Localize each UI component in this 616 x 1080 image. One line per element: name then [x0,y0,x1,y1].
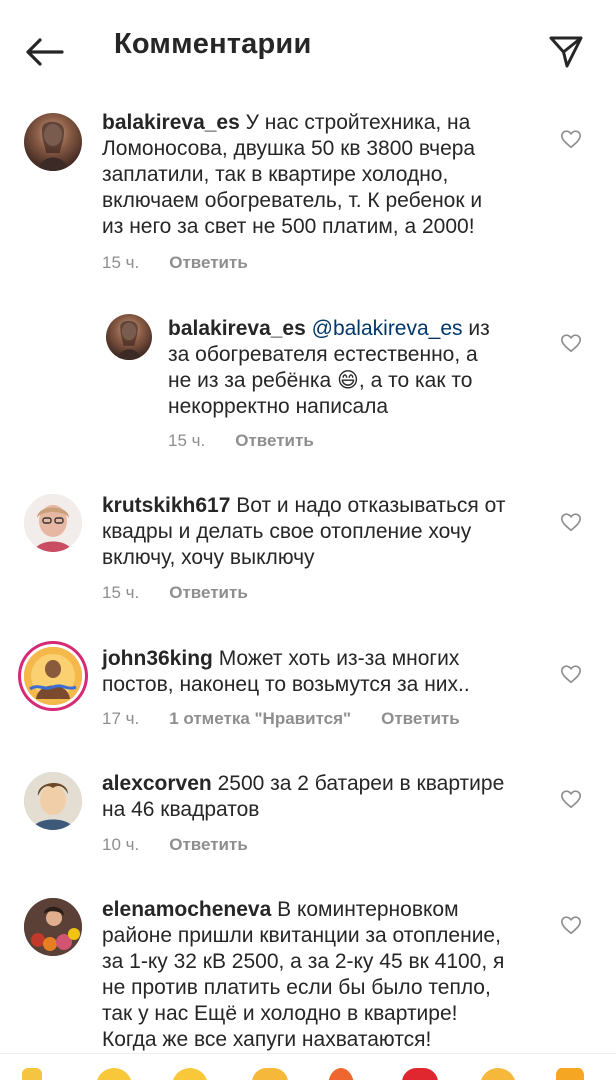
avatar[interactable] [24,647,82,705]
send-button[interactable] [544,30,588,74]
avatar-photo-icon [24,494,82,552]
smiling-face-emoji-icon[interactable] [96,1068,132,1080]
comment-time: 10 ч. [102,835,140,854]
reply-button[interactable]: Ответить [169,583,248,603]
red-heart-emoji-icon[interactable] [402,1068,438,1080]
arrow-left-icon [26,38,64,66]
comment-text: balakireva_es @balakireva_es из за обогр… [168,316,528,420]
send-icon [549,36,583,68]
comment-time: 15 ч. [102,253,140,272]
fire-emoji-icon[interactable] [328,1068,354,1080]
comment-meta: 10 ч. Ответить [102,835,248,855]
comment-text: elenamocheneva В коминтерновком районе п… [102,897,562,1053]
comment-username[interactable]: balakireva_es [102,111,240,134]
avatar-photo-icon [24,772,82,830]
heart-outline-icon[interactable] [560,663,582,685]
avatar[interactable] [24,772,82,830]
back-button[interactable] [22,30,66,74]
laughing-face-emoji-icon[interactable] [480,1068,516,1080]
heart-outline-icon[interactable] [560,128,582,150]
comment-text: alexcorven 2500 за 2 батареи в квартире … [102,771,552,823]
heart-outline-icon[interactable] [560,788,582,810]
comment-meta: 15 ч. Ответить [102,583,248,603]
mention-link[interactable]: @balakireva_es [306,317,463,340]
avatar[interactable] [106,314,152,360]
reply-button[interactable]: Ответить [381,709,460,729]
comment-text: balakireva_es У нас стройтехника, на Лом… [102,110,552,240]
reply-button[interactable]: Ответить [169,253,248,273]
avatar-photo-icon [24,647,82,705]
grinning-face-emoji-icon[interactable] [172,1068,208,1080]
avatar[interactable] [24,113,82,171]
header: Комментарии [0,0,616,100]
avatar[interactable] [24,494,82,552]
thumbs-up-emoji-icon[interactable] [22,1068,42,1080]
avatar[interactable] [24,898,82,956]
comment-meta: 15 ч. Ответить [168,431,314,451]
comment-username[interactable]: krutskikh617 [102,494,230,517]
comment-username[interactable]: balakireva_es [168,317,306,340]
page-title: Комментарии [114,28,312,60]
comment-meta: 15 ч. Ответить [102,253,248,273]
comment-time: 15 ч. [168,431,206,450]
comment-text: krutskikh617 Вот и надо отказываться от … [102,493,552,571]
heart-outline-icon[interactable] [560,332,582,354]
avatar-photo-icon [24,898,82,956]
comment-username[interactable]: john36king [102,647,213,670]
comment-time: 15 ч. [102,583,140,602]
avatar-photo-icon [38,121,68,171]
avatar-photo-icon [117,320,141,360]
reply-button[interactable]: Ответить [169,835,248,855]
comment-username[interactable]: elenamocheneva [102,898,271,921]
likes-count-link[interactable]: 1 отметка "Нравится" [169,709,351,729]
emoji-reaction-bar [0,1053,616,1080]
comment-meta: 17 ч. 1 отметка "Нравится" Ответить [102,709,460,729]
reply-button[interactable]: Ответить [235,431,314,451]
sparkles-emoji-icon[interactable] [556,1068,584,1080]
comment-text: john36king Может хоть из-за многих посто… [102,646,552,698]
comment-username[interactable]: alexcorven [102,772,212,795]
heart-outline-icon[interactable] [560,511,582,533]
comment-time: 17 ч. [102,709,140,728]
clapping-hands-emoji-icon[interactable] [252,1068,288,1080]
heart-outline-icon[interactable] [560,914,582,936]
